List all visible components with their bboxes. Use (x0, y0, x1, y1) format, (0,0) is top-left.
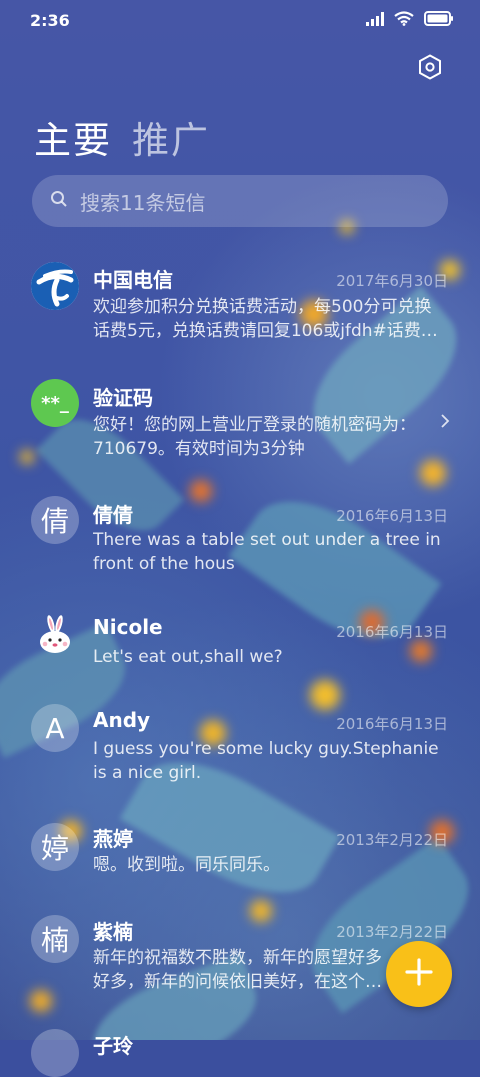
settings-button[interactable] (416, 54, 444, 84)
message-date: 2017年6月30日 (336, 272, 448, 290)
message-preview: I guess you're some lucky guy.Stephanie … (93, 739, 439, 783)
chevron-right-icon[interactable] (440, 410, 450, 434)
status-bar: 2:36 (0, 0, 480, 40)
contact-avatar: 倩 (31, 496, 79, 544)
battery-icon (424, 10, 454, 30)
message-date: 2016年6月13日 (336, 715, 448, 733)
bunny-avatar-icon (31, 612, 79, 660)
signal-icon (366, 11, 384, 30)
tab-primary[interactable]: 主要 (34, 110, 112, 164)
china-telecom-logo-icon (31, 262, 79, 310)
message-date: 2016年6月13日 (336, 507, 448, 525)
message-date: 2016年6月13日 (336, 623, 448, 641)
message-item[interactable]: A Andy 2016年6月13日 I guess you're some lu… (0, 704, 480, 804)
message-item[interactable]: 婷 燕婷 2013年2月22日 嗯。收到啦。同乐同乐。 (0, 820, 480, 900)
contact-name: Nicole (93, 615, 163, 639)
contact-name: 验证码 (93, 386, 153, 410)
message-item[interactable]: 倩 倩倩 2016年6月13日 There was a table set ou… (0, 493, 480, 593)
search-icon (50, 190, 68, 212)
tab-bar: 主要 推广 (34, 110, 210, 164)
contact-name: 紫楠 (93, 920, 133, 944)
contact-name: 子玲 (93, 1034, 133, 1058)
message-preview: 新年的祝福数不胜数，新年的愿望好多好多，新年的问候依旧美好，在这个温馨的时刻 (93, 948, 382, 992)
compose-button[interactable] (386, 941, 452, 1007)
message-date: 2013年2月22日 (336, 831, 448, 849)
message-item[interactable]: 子玲 (0, 1026, 480, 1077)
tab-promotions[interactable]: 推广 (132, 110, 210, 164)
message-item[interactable]: 中国电信 2017年6月30日 欢迎参加积分兑换话费活动，每500分可兑换话费5… (0, 258, 480, 358)
message-preview: There was a table set out under a tree i… (93, 530, 441, 574)
search-placeholder: 搜索11条短信 (80, 190, 206, 215)
hexagon-settings-icon (418, 54, 442, 84)
wifi-icon (394, 10, 414, 30)
message-preview: 欢迎参加积分兑换话费活动，每500分可兑换话费5元，兑换话费请回复106或jfd… (93, 297, 438, 341)
contact-name: 中国电信 (93, 268, 173, 292)
message-date: 2013年2月22日 (336, 923, 448, 941)
search-input[interactable]: 搜索11条短信 (32, 175, 448, 227)
plus-icon (405, 958, 433, 990)
contact-name: Andy (93, 708, 151, 732)
message-preview: 嗯。收到啦。同乐同乐。 (93, 855, 280, 875)
contact-avatar: 婷 (31, 823, 79, 871)
message-item[interactable]: Nicole 2016年6月13日 Let's eat out,shall we… (0, 610, 480, 690)
contact-avatar: A (31, 704, 79, 752)
message-item[interactable]: **_ 验证码 您好！您的网上营业厅登录的随机密码为：710679。有效时间为3… (0, 376, 480, 476)
verification-code-avatar: **_ (31, 379, 79, 427)
contact-avatar (31, 1029, 79, 1077)
status-time: 2:36 (30, 10, 70, 30)
contact-name: 倩倩 (93, 503, 133, 527)
contact-name: 燕婷 (93, 827, 133, 851)
message-preview: 您好！您的网上营业厅登录的随机密码为：710679。有效时间为3分钟 (93, 415, 416, 459)
message-preview: Let's eat out,shall we? (93, 647, 283, 667)
contact-avatar: 楠 (31, 915, 79, 963)
